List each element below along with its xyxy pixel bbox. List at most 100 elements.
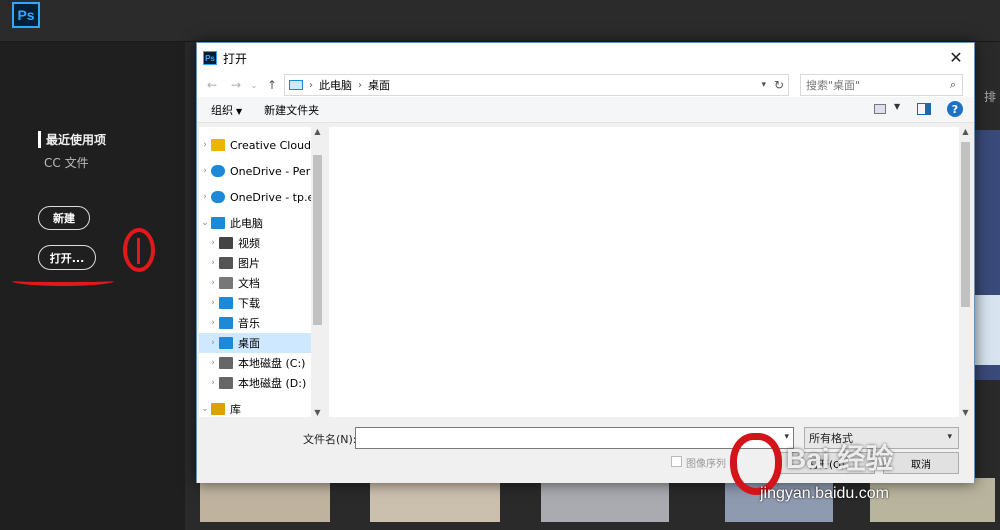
dialog-title: 打开 [223,51,248,66]
onedrive-icon [211,191,225,203]
chevron-right-icon[interactable]: › [199,192,211,202]
breadcrumb-desktop[interactable]: 桌面 [368,77,390,93]
sidebar-item-label: 此电脑 [230,217,263,230]
address-bar[interactable]: › 此电脑 › 桌面 ▾ ↻ [284,74,789,96]
onedrive-icon [211,165,225,177]
ps-sort-label[interactable]: 排 [984,88,996,105]
sidebar-item-label: OneDrive - tp.ed [230,190,322,204]
dialog-titlebar[interactable]: Ps 打开 ✕ [197,43,974,73]
sidebar-item-label: 图片 [238,257,260,270]
scroll-up-icon[interactable]: ▲ [959,127,972,136]
ps-recent-link[interactable]: 最近使用项 [38,131,106,148]
sidebar-item[interactable]: › 本地磁盘 (C:) [199,353,324,373]
desktop-icon [219,337,233,349]
sidebar-item-label: OneDrive - Perso [230,164,323,178]
ps-logo: Ps [12,2,40,28]
sidebar-item[interactable]: › 图片 [199,253,324,273]
chevron-right-icon[interactable]: › [207,378,219,388]
watermark-brand: Bai 经验 [786,443,894,474]
chevron-right-icon[interactable]: › [207,298,219,308]
annotation-number-one [123,228,155,272]
search-input[interactable]: 搜索"桌面" ⌕ [800,74,963,96]
recent-locations-chevron-icon[interactable]: ⌄ [245,81,263,90]
sidebar-item-label: Creative Cloud F [230,138,321,152]
music-icon [219,317,233,329]
this-pc-icon [211,217,225,229]
filename-input[interactable]: ▾ [355,427,794,449]
filename-label: 文件名(N): [303,433,357,446]
scroll-down-icon[interactable]: ▼ [959,408,972,417]
sidebar-item-label: 音乐 [238,317,260,330]
address-row: ← → ⌄ ↑ › 此电脑 › 桌面 ▾ ↻ 搜索"桌面" ⌕ [197,73,974,97]
content-scroll-thumb[interactable] [961,142,970,307]
download-icon [219,297,233,309]
search-icon[interactable]: ⌕ [950,78,956,92]
sidebar-item[interactable]: › OneDrive - Perso [199,161,324,181]
video-icon [219,237,233,249]
sidebar-item[interactable]: › 文档 [199,273,324,293]
help-icon[interactable]: ? [947,101,963,117]
sidebar-item-label: 桌面 [238,337,260,350]
chevron-down-icon[interactable]: ⌄ [199,404,211,414]
up-arrow-icon[interactable]: ↑ [263,78,281,92]
new-folder-button[interactable]: 新建文件夹 [264,102,319,118]
chevron-right-icon[interactable]: › [207,258,219,268]
sidebar-item[interactable]: › Creative Cloud F [199,135,324,155]
sidebar-item[interactable]: › 桌面 [199,333,324,353]
ps-cc-files-link[interactable]: CC 文件 [44,154,89,171]
chevron-right-icon[interactable]: › [207,358,219,368]
scroll-up-icon[interactable]: ▲ [311,127,324,136]
sidebar-item-label: 本地磁盘 (C:) [238,357,306,370]
sidebar-item[interactable]: › 视频 [199,233,324,253]
view-options-chevron-icon[interactable]: ▼ [894,102,900,111]
preview-pane-icon[interactable] [917,103,931,115]
chevron-down-icon[interactable]: ⌄ [199,218,211,228]
file-list-pane[interactable] [329,127,959,417]
ps-new-button[interactable]: 新建 [38,206,90,230]
sidebar-item[interactable]: ⌄ 库 [199,399,324,417]
close-icon[interactable]: ✕ [946,48,966,67]
image-sequence-label: 图像序列 [686,459,726,470]
change-view-icon[interactable] [874,104,886,114]
breadcrumb-this-pc[interactable]: 此电脑 [319,77,352,93]
library-icon [211,403,225,415]
creative-cloud-folder-icon [211,139,225,151]
forward-arrow-icon[interactable]: → [227,78,245,92]
chevron-right-icon[interactable]: › [199,140,211,150]
sidebar-item[interactable]: › 音乐 [199,313,324,333]
chevron-right-icon[interactable]: › [199,166,211,176]
sidebar-item-label: 下载 [238,297,260,310]
scroll-down-icon[interactable]: ▼ [311,408,324,417]
baidu-watermark: Bai 经验 jingyan.baidu.com [730,425,990,515]
chevron-right-icon[interactable]: › [207,278,219,288]
ps-recent-thumbnail[interactable] [370,478,500,522]
pictures-icon [219,257,233,269]
sidebar-item[interactable]: › 下载 [199,293,324,313]
chevron-right-icon[interactable]: › [207,238,219,248]
sidebar-item-label: 库 [230,403,241,416]
content-scrollbar[interactable]: ▲ ▼ [959,127,972,417]
chevron-right-icon[interactable]: › [207,318,219,328]
search-placeholder: 搜索"桌面" [806,79,861,92]
breadcrumb-separator-icon[interactable]: › [309,80,313,91]
dialog-toolbar: 组织 ▼ 新建文件夹 ▼ ? [197,97,974,123]
breadcrumb-separator-icon[interactable]: › [358,80,362,91]
ps-open-button[interactable]: 打开... [38,245,96,270]
ps-recent-thumbnail[interactable] [200,478,330,522]
sidebar-item[interactable]: › 本地磁盘 (D:) [199,373,324,393]
nav-scrollbar[interactable]: ▲ ▼ [311,127,324,417]
back-arrow-icon[interactable]: ← [203,78,221,92]
documents-icon [219,277,233,289]
refresh-icon[interactable]: ↻ [774,78,784,92]
sidebar-item[interactable]: ⌄ 此电脑 [199,213,324,233]
open-file-dialog: Ps 打开 ✕ ← → ⌄ ↑ › 此电脑 › 桌面 ▾ ↻ 搜索"桌面" ⌕ … [196,42,975,483]
organize-menu[interactable]: 组织 ▼ [211,102,242,118]
ps-recent-thumbnail[interactable] [541,478,669,522]
image-sequence-checkbox[interactable] [671,456,682,467]
address-dropdown-icon[interactable]: ▾ [761,80,766,90]
chevron-right-icon[interactable]: › [207,338,219,348]
nav-scroll-thumb[interactable] [313,155,322,325]
ps-sidebar [0,42,185,530]
sidebar-item[interactable]: › OneDrive - tp.ed [199,187,324,207]
ps-thumbnail-strip-2 [972,295,1000,365]
